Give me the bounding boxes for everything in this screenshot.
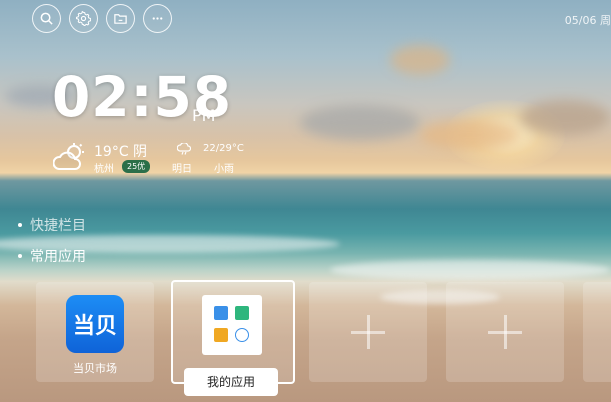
- clock-ampm: PM: [192, 106, 216, 125]
- plus-icon: [488, 315, 522, 349]
- forecast-day: 明日: [172, 164, 192, 175]
- section-quick[interactable]: 快捷栏目: [18, 215, 86, 235]
- partly-cloudy-icon: [53, 143, 84, 170]
- top-toolbar: [32, 4, 172, 33]
- bag-icon: [214, 306, 228, 320]
- app-tile-label: 当贝市场: [73, 362, 117, 375]
- gear-icon: [76, 11, 91, 26]
- forecast-description: 小雨: [214, 164, 234, 175]
- cloud: [300, 105, 420, 140]
- disk-icon: [235, 306, 249, 320]
- forecast-temperature: 22/29°C: [203, 143, 244, 154]
- wave-foam: [330, 260, 610, 280]
- files-button[interactable]: [106, 4, 135, 33]
- section-common-apps-label: 常用应用: [30, 249, 86, 265]
- folder-icon: [114, 14, 127, 24]
- settings-button[interactable]: [69, 4, 98, 33]
- search-icon: [40, 12, 53, 25]
- add-app-tile[interactable]: [583, 282, 611, 382]
- section-quick-label: 快捷栏目: [30, 218, 86, 234]
- search-button[interactable]: [32, 4, 61, 33]
- my-apps-label: 我的应用: [184, 368, 278, 396]
- section-common-apps[interactable]: 常用应用: [18, 246, 86, 266]
- date-label: 05/06 周: [564, 14, 611, 27]
- app-tile-dangbei[interactable]: 当贝 当贝市场: [36, 282, 154, 382]
- plus-icon: [351, 315, 385, 349]
- cloud: [390, 45, 450, 75]
- city-name: 杭州: [94, 164, 114, 175]
- add-app-tile[interactable]: [309, 282, 427, 382]
- dangbei-logo-icon: 当贝: [66, 295, 124, 353]
- cloud: [420, 120, 520, 150]
- more-icon: [152, 17, 163, 20]
- air-quality-badge: 25优: [122, 160, 151, 173]
- more-mini-icon: [235, 328, 249, 342]
- bullet-icon: [18, 254, 22, 258]
- folder-mini-icon: [214, 328, 228, 342]
- my-apps-icon: [202, 295, 262, 355]
- more-button[interactable]: [143, 4, 172, 33]
- launcher-screen: 05/06 周 02:58 PM 19°C 阴 杭州 25优 22/29°C 明…: [0, 0, 611, 402]
- current-temperature: 19°C 阴: [94, 144, 148, 160]
- rain-cloud-icon: [177, 143, 191, 155]
- cloud: [520, 100, 610, 135]
- bullet-icon: [18, 223, 22, 227]
- add-app-tile[interactable]: [446, 282, 564, 382]
